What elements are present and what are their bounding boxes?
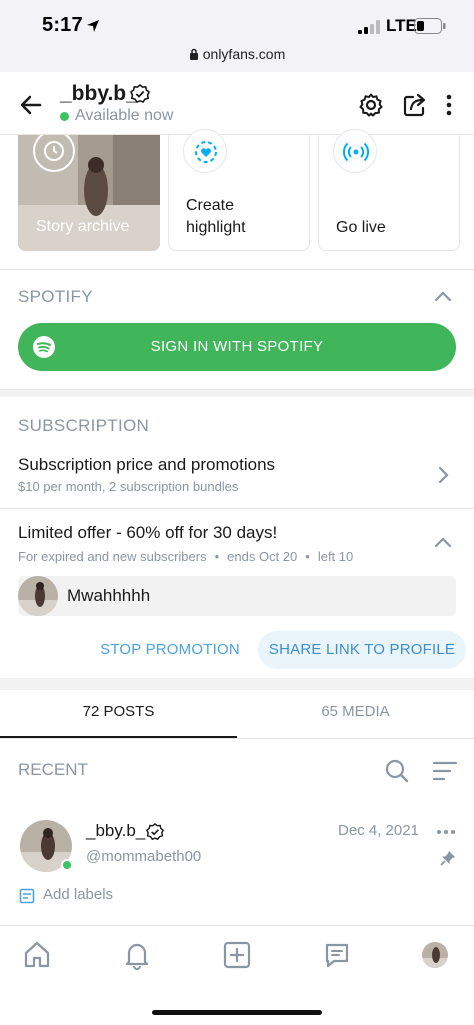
chevron-right-icon <box>438 466 449 484</box>
share-icon[interactable] <box>402 92 428 118</box>
signal-icon <box>358 20 380 34</box>
message-icon[interactable] <box>322 940 352 970</box>
home-indicator <box>152 1010 322 1015</box>
tab-posts[interactable]: 72 POSTS <box>0 690 237 738</box>
create-highlight-card[interactable]: Create highlight <box>168 129 310 251</box>
post-author-handle[interactable]: @mommabeth00 <box>86 848 201 865</box>
offer-title: Limited offer - 60% off for 30 days! <box>18 523 278 542</box>
stop-promotion-button[interactable]: STOP PROMOTION <box>90 631 250 669</box>
verified-icon <box>130 84 150 103</box>
offer-ends: ends Oct 20 <box>227 549 298 564</box>
spotify-signin-button[interactable]: SIGN IN WITH SPOTIFY <box>18 323 456 371</box>
more-vertical-icon[interactable] <box>440 92 458 118</box>
subscription-section-title: SUBSCRIPTION <box>18 416 150 435</box>
online-indicator <box>60 112 69 121</box>
story-archive-card[interactable]: Story archive <box>18 135 160 251</box>
url-bar[interactable]: onlyfans.com <box>0 46 474 62</box>
spotify-button-label: SIGN IN WITH SPOTIFY <box>150 338 324 355</box>
subscription-row-title: Subscription price and promotions <box>18 455 276 474</box>
more-horizontal-icon[interactable] <box>436 822 456 842</box>
divider <box>0 389 474 390</box>
create-highlight-label-2: highlight <box>186 219 246 236</box>
gear-icon[interactable] <box>358 92 384 118</box>
home-icon[interactable] <box>22 940 52 970</box>
offer-message-text: Mwahhhhh <box>67 586 151 605</box>
avatar[interactable] <box>422 942 448 968</box>
plus-square-icon[interactable] <box>222 940 252 970</box>
online-indicator <box>61 859 73 871</box>
status-time: 5:17 <box>42 14 83 36</box>
recent-section-title: RECENT <box>18 760 88 779</box>
section-gap <box>0 678 474 690</box>
divider <box>0 269 474 270</box>
divider <box>0 508 474 509</box>
offer-left: left 10 <box>317 549 354 564</box>
tab-media[interactable]: 65 MEDIA <box>237 690 474 738</box>
section-gap <box>0 389 474 397</box>
search-icon[interactable] <box>384 758 410 784</box>
sort-icon[interactable] <box>432 760 458 782</box>
create-highlight-label-1: Create <box>186 197 235 214</box>
broadcast-icon <box>343 142 369 162</box>
url-text: onlyfans.com <box>202 46 286 62</box>
battery-icon <box>414 18 446 34</box>
go-live-card[interactable]: Go live <box>318 129 460 251</box>
create-highlight-circle <box>183 129 227 173</box>
heart-dashed-icon <box>195 141 217 163</box>
verified-icon <box>146 823 164 841</box>
avatar <box>18 576 58 616</box>
go-live-label: Go live <box>336 219 386 236</box>
offer-details: For expired and new subscribers • ends Oct… <box>18 549 354 564</box>
divider <box>0 738 474 739</box>
lock-icon <box>189 48 198 60</box>
spotify-section-title: SPOTIFY <box>18 287 93 306</box>
post-author-name[interactable]: _bby.b_ <box>86 821 145 841</box>
pin-icon <box>440 851 455 866</box>
labels-icon[interactable] <box>19 888 35 904</box>
back-arrow-icon[interactable] <box>18 92 44 118</box>
share-link-to-profile-button[interactable]: SHARE LINK TO PROFILE <box>258 631 466 669</box>
clock-icon <box>33 135 75 172</box>
availability-status: Available now <box>75 107 174 124</box>
chevron-up-icon[interactable] <box>433 287 453 307</box>
chevron-up-icon[interactable] <box>433 533 453 553</box>
bell-icon[interactable] <box>122 940 152 970</box>
post-date: Dec 4, 2021 <box>338 822 419 839</box>
header-username: _bby.b_ <box>60 82 138 105</box>
offer-audience: For expired and new subscribers <box>18 549 207 564</box>
network-label: LTE <box>386 16 417 35</box>
story-archive-label: Story archive <box>36 218 130 235</box>
add-labels-link[interactable]: Add labels <box>43 886 113 903</box>
subscription-row-desc: $10 per month, 2 subscription bundles <box>18 479 239 494</box>
go-live-circle <box>333 129 377 173</box>
location-arrow-icon <box>87 20 99 32</box>
